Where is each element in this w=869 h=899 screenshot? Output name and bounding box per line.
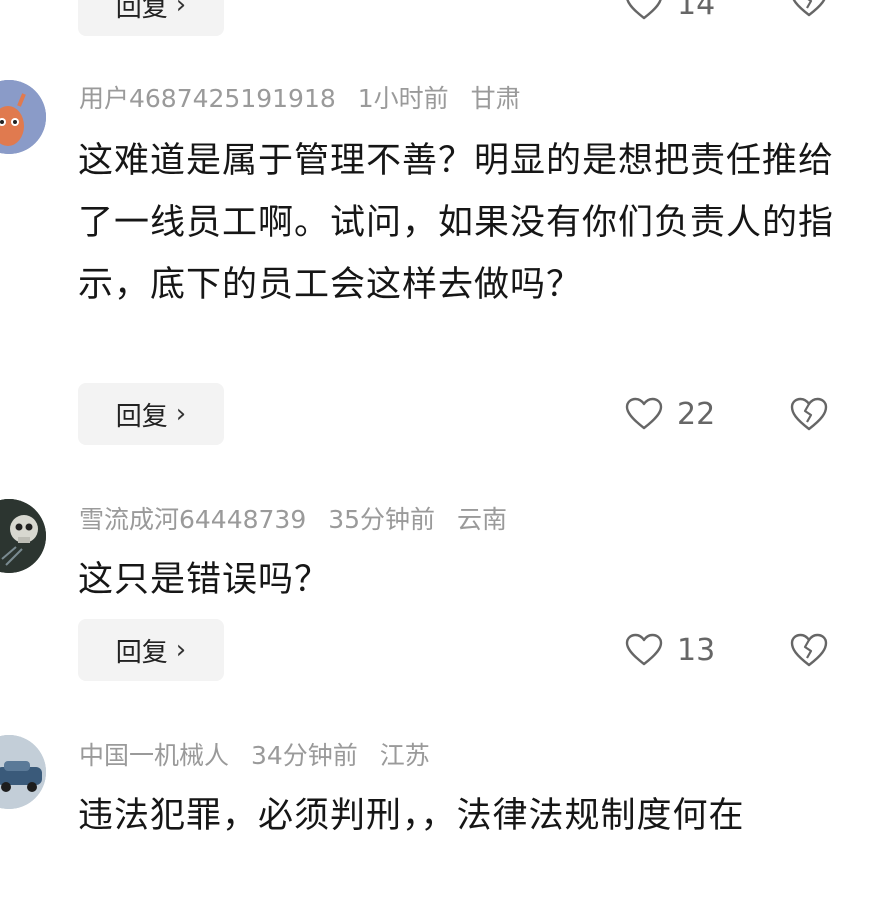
reply-label: 回复 [115,0,168,23]
username[interactable]: 中国一机械人 [79,741,229,770]
chevron-right-icon: › [175,399,187,429]
like-button[interactable]: 14 [625,0,715,26]
timestamp: 34分钟前 [250,741,358,770]
like-count: 14 [677,0,716,22]
previous-comment-actions: 回复 › 14 [0,0,869,36]
reply-button[interactable]: 回复 › [78,383,224,445]
location: 云南 [456,505,507,534]
comment-meta: 用户4687425191918 1小时前 甘肃 [79,82,535,116]
reply-label: 回复 [115,637,168,668]
comment-text: 这难道是属于管理不善？明显的是想把责任推给了一线员工啊。试问，如果没有你们负责人… [78,141,835,305]
reply-label: 回复 [115,401,168,432]
timestamp: 1小时前 [357,84,449,113]
reply-button[interactable]: 回复 › [78,619,224,681]
comment-item: 雪流成河64448739 35分钟前 云南 这只是错误吗？ 回复 › 13 [0,499,869,699]
deer-avatar-icon [0,80,46,154]
comment-meta: 雪流成河64448739 35分钟前 云南 [79,503,521,537]
comment-meta: 中国一机械人 34分钟前 江苏 [79,739,444,773]
location: 江苏 [379,741,430,770]
broken-heart-icon[interactable] [789,630,829,670]
chevron-right-icon: › [175,0,187,20]
broken-heart-icon[interactable] [789,394,829,434]
comment-item: 用户4687425191918 1小时前 甘肃 这难道是属于管理不善？明显的是想… [0,78,869,458]
car-avatar-icon [0,735,46,809]
avatar[interactable] [0,499,46,573]
timestamp: 35分钟前 [328,505,436,534]
chevron-right-icon: › [175,635,187,665]
username[interactable]: 用户4687425191918 [79,84,336,113]
reply-button[interactable]: 回复 › [78,0,224,36]
like-count: 22 [677,396,716,432]
location: 甘肃 [470,84,521,113]
comment-text: 违法犯罪，必须判刑，，法律法规制度何在 [78,796,745,836]
heart-outline-icon [626,0,662,20]
skull-avatar-icon [0,499,46,573]
heart-outline-icon [625,397,663,430]
username[interactable]: 雪流成河64448739 [79,505,306,534]
comment-text: 这只是错误吗？ [78,560,331,600]
broken-heart-icon[interactable] [789,0,829,20]
like-button[interactable]: 13 [625,628,715,672]
like-button[interactable]: 22 [625,392,715,436]
like-count: 13 [677,632,716,668]
comment-item: 中国一机械人 34分钟前 江苏 违法犯罪，必须判刑，，法律法规制度何在 [0,735,869,899]
avatar[interactable] [0,735,46,809]
avatar[interactable] [0,80,46,154]
heart-outline-icon [625,633,663,666]
